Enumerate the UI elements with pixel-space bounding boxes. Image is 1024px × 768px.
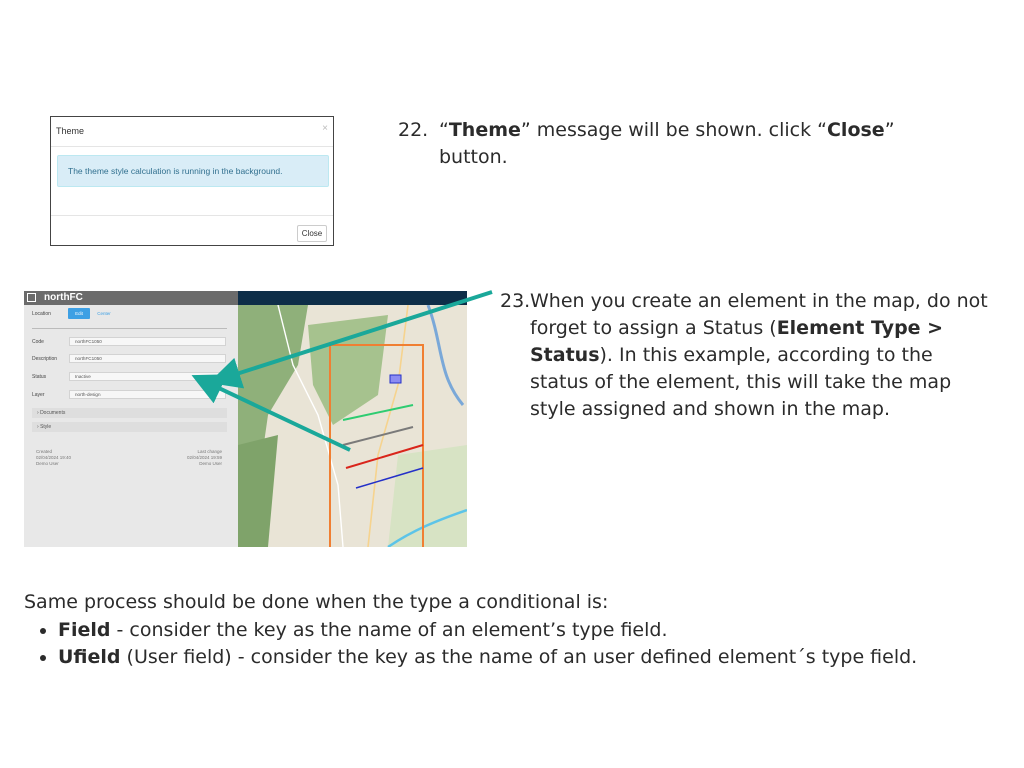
bold-term: Ufield <box>58 646 121 668</box>
step-number: 23. <box>500 290 531 312</box>
bullet-text: (User field) - consider the key as the n… <box>120 646 918 668</box>
step-text: When you create an element in the map, d… <box>530 288 990 423</box>
intro-paragraph: Same process should be done when the typ… <box>24 591 609 613</box>
list-item-ufield: Ufield (User field) - consider the key a… <box>58 644 1018 671</box>
arrow-to-status-field <box>208 290 493 389</box>
list-item-field: Field - consider the key as the name of … <box>58 617 1018 644</box>
arrow-from-map-to-status <box>191 374 351 452</box>
conditional-type-list: Field - consider the key as the name of … <box>20 617 1018 671</box>
bullet-text: - consider the key as the name of an ele… <box>110 619 668 641</box>
bold-term: Field <box>58 619 111 641</box>
